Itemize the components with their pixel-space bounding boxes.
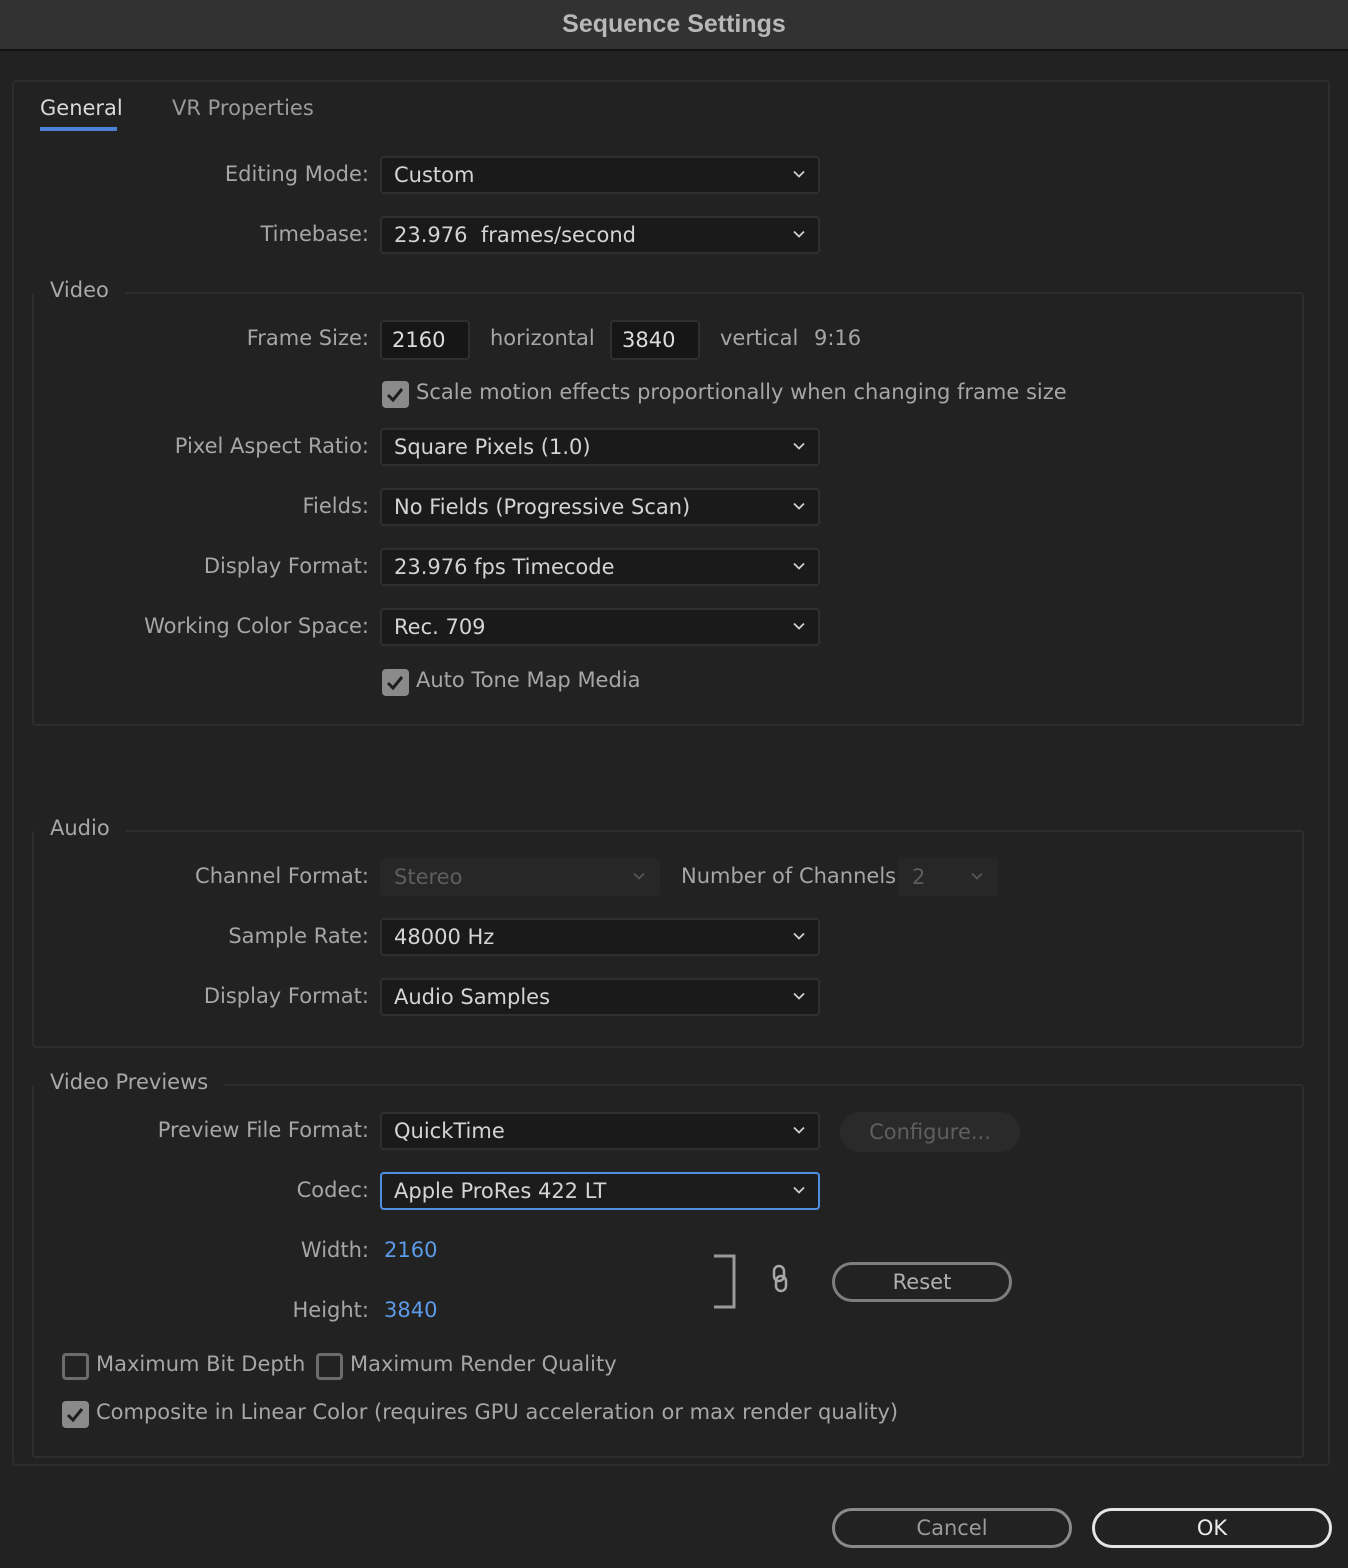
chain-link-icon[interactable]	[770, 1264, 790, 1294]
frame-size-label: Frame Size:	[246, 326, 369, 350]
preview-file-format-dropdown[interactable]: QuickTime	[380, 1112, 820, 1150]
pixel-aspect-ratio-dropdown[interactable]: Square Pixels (1.0)	[380, 428, 820, 466]
codec-value: Apple ProRes 422 LT	[394, 1179, 607, 1203]
chevron-down-icon	[793, 932, 805, 940]
chevron-down-icon	[793, 1186, 805, 1194]
audio-display-format-label: Display Format:	[203, 984, 369, 1008]
codec-label: Codec:	[296, 1178, 369, 1202]
checkmark-icon	[386, 388, 404, 403]
frame-size-vertical-input[interactable]: 3840	[610, 320, 700, 360]
chevron-down-icon	[793, 992, 805, 1000]
channel-format-label: Channel Format:	[195, 864, 369, 888]
chevron-down-icon	[793, 502, 805, 510]
editing-mode-dropdown[interactable]: Custom	[380, 156, 820, 194]
editing-mode-label: Editing Mode:	[224, 162, 369, 186]
composite-linear-checkbox[interactable]	[62, 1401, 89, 1428]
max-render-quality-label[interactable]: Maximum Render Quality	[350, 1352, 617, 1376]
number-of-channels-dropdown: 2	[898, 858, 998, 896]
composite-linear-label[interactable]: Composite in Linear Color (requires GPU …	[96, 1400, 898, 1424]
active-tab-indicator	[40, 127, 117, 131]
preview-height-value[interactable]: 3840	[384, 1298, 437, 1322]
horizontal-label: horizontal	[490, 326, 595, 350]
sample-rate-dropdown[interactable]: 48000 Hz	[380, 918, 820, 956]
editing-mode-value: Custom	[394, 163, 475, 187]
video-display-format-label: Display Format:	[203, 554, 369, 578]
tab-vr-properties[interactable]: VR Properties	[172, 96, 314, 120]
chevron-down-icon	[793, 442, 805, 450]
cancel-button[interactable]: Cancel	[832, 1508, 1072, 1548]
title-bar: Sequence Settings	[0, 0, 1348, 51]
fields-label: Fields:	[302, 494, 370, 518]
fields-value: No Fields (Progressive Scan)	[394, 495, 691, 519]
window-title: Sequence Settings	[562, 10, 786, 38]
number-of-channels-value: 2	[912, 865, 926, 889]
chevron-down-icon	[793, 622, 805, 630]
max-bit-depth-checkbox[interactable]	[62, 1353, 89, 1380]
video-section-title: Video	[34, 278, 125, 302]
ok-button[interactable]: OK	[1092, 1508, 1332, 1548]
checkmark-icon	[386, 676, 404, 691]
timebase-dropdown[interactable]: 23.976 frames/second	[380, 216, 820, 254]
audio-display-format-dropdown[interactable]: Audio Samples	[380, 978, 820, 1016]
audio-section-title: Audio	[34, 816, 126, 840]
aspect-ratio-readout: 9:16	[814, 326, 862, 350]
max-render-quality-checkbox[interactable]	[316, 1353, 343, 1380]
preview-height-label: Height:	[292, 1298, 370, 1322]
number-of-channels-label: Number of Channels:	[681, 864, 904, 888]
preview-file-format-value: QuickTime	[394, 1119, 505, 1143]
working-color-space-value: Rec. 709	[394, 615, 486, 639]
sample-rate-value: 48000 Hz	[394, 925, 495, 949]
tab-general[interactable]: General	[40, 96, 123, 120]
scale-motion-checkbox[interactable]	[382, 381, 409, 408]
video-previews-section-title: Video Previews	[34, 1070, 225, 1094]
channel-format-value: Stereo	[394, 865, 463, 889]
preview-file-format-label: Preview File Format:	[157, 1118, 369, 1142]
chevron-down-icon	[633, 872, 645, 880]
preview-width-label: Width:	[300, 1238, 369, 1262]
channel-format-dropdown: Stereo	[380, 858, 660, 896]
pixel-aspect-ratio-label: Pixel Aspect Ratio:	[174, 434, 369, 458]
checkmark-icon	[66, 1408, 84, 1423]
auto-tone-map-label[interactable]: Auto Tone Map Media	[416, 668, 641, 692]
max-bit-depth-label[interactable]: Maximum Bit Depth	[96, 1352, 305, 1376]
chevron-down-icon	[793, 230, 805, 238]
auto-tone-map-checkbox[interactable]	[382, 669, 409, 696]
sample-rate-label: Sample Rate:	[228, 924, 369, 948]
chevron-down-icon	[971, 872, 983, 880]
scale-motion-label[interactable]: Scale motion effects proportionally when…	[416, 380, 1067, 404]
chevron-down-icon	[793, 170, 805, 178]
configure-button: Configure...	[840, 1112, 1020, 1152]
audio-display-format-value: Audio Samples	[394, 985, 551, 1009]
working-color-space-dropdown[interactable]: Rec. 709	[380, 608, 820, 646]
link-bracket-icon	[714, 1254, 736, 1309]
video-display-format-value: 23.976 fps Timecode	[394, 555, 615, 579]
vertical-label: vertical	[720, 326, 799, 350]
working-color-space-label: Working Color Space:	[144, 614, 369, 638]
pixel-aspect-ratio-value: Square Pixels (1.0)	[394, 435, 591, 459]
fields-dropdown[interactable]: No Fields (Progressive Scan)	[380, 488, 820, 526]
reset-button[interactable]: Reset	[832, 1262, 1012, 1302]
preview-width-value[interactable]: 2160	[384, 1238, 437, 1262]
timebase-value: 23.976 frames/second	[394, 223, 637, 247]
video-display-format-dropdown[interactable]: 23.976 fps Timecode	[380, 548, 820, 586]
codec-dropdown[interactable]: Apple ProRes 422 LT	[380, 1172, 820, 1210]
chevron-down-icon	[793, 1126, 805, 1134]
frame-size-horizontal-input[interactable]: 2160	[380, 320, 470, 360]
timebase-label: Timebase:	[260, 222, 369, 246]
chevron-down-icon	[793, 562, 805, 570]
